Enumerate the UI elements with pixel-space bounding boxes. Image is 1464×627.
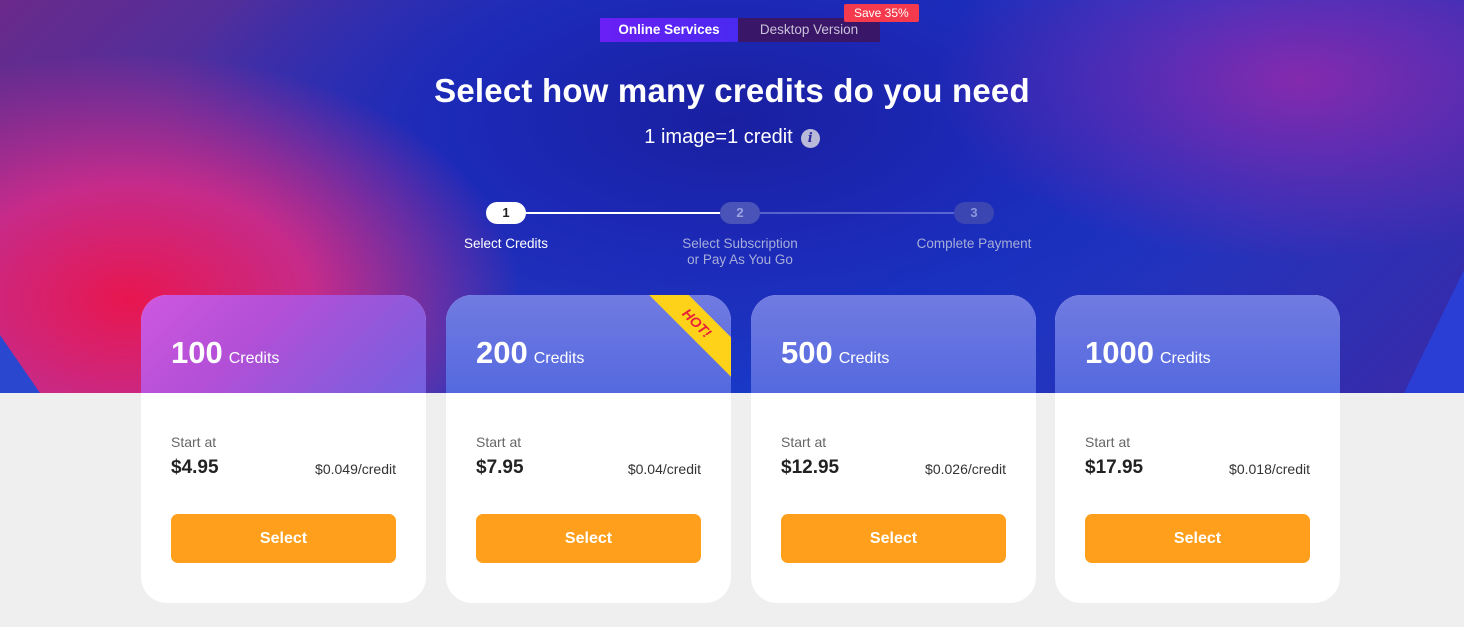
card-credit-amount: 500 Credits (781, 335, 889, 371)
select-button[interactable]: Select (1085, 514, 1310, 563)
credit-unit: Credits (228, 350, 280, 367)
step-connector (526, 212, 720, 214)
save-badge: Save 35% (844, 4, 919, 22)
progress-stepper: 1 2 3 Select Credits Select Subscription… (0, 200, 1464, 280)
select-button[interactable]: Select (171, 514, 396, 563)
info-icon[interactable]: i (800, 129, 820, 148)
card-price: $7.95 (476, 457, 524, 478)
credit-count: 200 (476, 335, 528, 370)
step-2-label-line2: or Pay As You Go (687, 252, 793, 267)
card-price: $17.95 (1085, 457, 1144, 478)
tab-online-services[interactable]: Online Services (600, 18, 738, 42)
decorative-shard (0, 335, 40, 393)
start-at-label: Start at (781, 434, 827, 450)
card-credit-amount: 1000 Credits (1085, 335, 1211, 371)
step-2-label-line1: Select Subscription (682, 236, 798, 251)
credit-count: 100 (171, 335, 223, 370)
credit-unit: Credits (533, 350, 585, 367)
price-per-credit: $0.04/credit (627, 461, 701, 477)
subtitle-text: 1 image=1 credit (644, 126, 793, 148)
mode-toggle: Online Services Desktop Version (600, 18, 880, 42)
select-button[interactable]: Select (476, 514, 701, 563)
credit-plan-card-100: 100 Credits Start at $4.95 $0.049/credit … (141, 295, 426, 603)
price-per-credit: $0.049/credit (315, 461, 396, 477)
credit-plan-card-500: 500 Credits Start at $12.95 $0.026/credit… (751, 295, 1036, 603)
step-3-indicator: 3 (954, 202, 994, 224)
step-1-indicator: 1 (486, 202, 526, 224)
select-button[interactable]: Select (781, 514, 1006, 563)
start-at-label: Start at (476, 434, 522, 450)
step-3-label: Complete Payment (894, 236, 1054, 252)
step-2-label: Select Subscription or Pay As You Go (660, 236, 820, 268)
card-credit-amount: 200 Credits (476, 335, 584, 371)
credit-count: 1000 (1085, 335, 1154, 370)
credit-plan-card-1000: 1000 Credits Start at $17.95 $0.018/credi… (1055, 295, 1340, 603)
page-title: Select how many credits do you need (434, 72, 1030, 109)
credit-plan-card-200: HOT! 200 Credits Start at $7.95 $0.04/cre… (446, 295, 731, 603)
page-subtitle: 1 image=1 credit i (0, 126, 1464, 149)
step-1-label-text: Select Credits (463, 236, 549, 251)
credit-unit: Credits (838, 350, 890, 367)
card-price: $12.95 (781, 457, 840, 478)
step-3-label-text: Complete Payment (916, 236, 1032, 251)
step-2-indicator: 2 (720, 202, 760, 224)
step-connector (760, 212, 954, 214)
step-1-label: Select Credits (446, 236, 566, 252)
start-at-label: Start at (171, 434, 217, 450)
card-credit-amount: 100 Credits (171, 335, 279, 371)
price-per-credit: $0.026/credit (925, 461, 1006, 477)
price-per-credit: $0.018/credit (1229, 461, 1310, 477)
credit-unit: Credits (1159, 350, 1211, 367)
start-at-label: Start at (1085, 434, 1131, 450)
decorative-shard (1404, 270, 1464, 393)
card-price: $4.95 (171, 457, 219, 478)
credit-count: 500 (781, 335, 833, 370)
